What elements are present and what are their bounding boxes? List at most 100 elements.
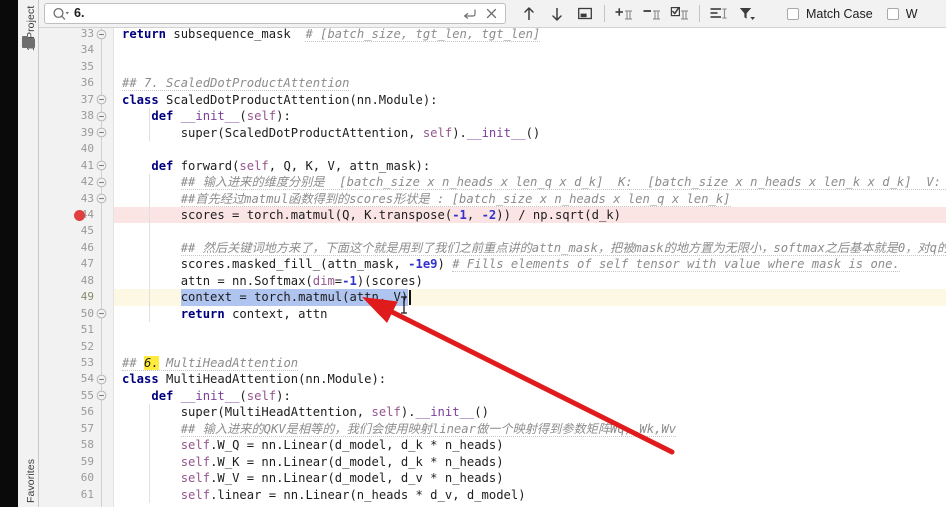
- code-line-row[interactable]: 53 ## 6. MultiHeadAttention: [38, 355, 946, 371]
- line-number: 56: [80, 405, 94, 419]
- remove-selection-icon[interactable]: [639, 3, 665, 25]
- line-number: 33: [80, 28, 94, 40]
- code-line-row[interactable]: 51: [38, 322, 946, 338]
- code-line-text[interactable]: scores = torch.matmul(Q, K.transpose(-1,…: [122, 207, 621, 223]
- code-line-row[interactable]: 33 return subsequence_mask # [batch_size,…: [38, 28, 946, 42]
- code-line-row[interactable]: 38 def __init__(self):: [38, 108, 946, 124]
- code-line-text[interactable]: ##首先经过matmul函数得到的scores形状是 : [batch_size…: [122, 191, 731, 207]
- line-number: 45: [80, 224, 94, 238]
- code-line-row[interactable]: 54 class MultiHeadAttention(nn.Module):: [38, 371, 946, 387]
- line-number: 53: [80, 356, 94, 369]
- code-line-row[interactable]: 47 scores.masked_fill_(attn_mask, -1e9) …: [38, 256, 946, 273]
- select-all-occurrences-icon[interactable]: [667, 3, 693, 25]
- code-line-text[interactable]: def forward(self, Q, K, V, attn_mask):: [122, 158, 430, 174]
- code-line-row[interactable]: 40: [38, 141, 946, 157]
- line-number: 48: [80, 273, 94, 287]
- code-line-row[interactable]: 52: [38, 339, 946, 355]
- code-line-row[interactable]: 46 ## 然后关键词地方来了，下面这个就是用到了我们之前重点讲的attn_ma…: [38, 240, 946, 256]
- match-case-checkbox-box[interactable]: [787, 7, 799, 20]
- code-line-row[interactable]: 48 attn = nn.Softmax(dim=-1)(scores): [38, 273, 946, 289]
- code-line-text[interactable]: self.W_V = nn.Linear(d_model, d_v * n_he…: [122, 470, 504, 486]
- code-line-text[interactable]: def __init__(self):: [122, 108, 290, 124]
- fold-end-icon[interactable]: [96, 29, 107, 40]
- code-line-text[interactable]: ## 然后关键词地方来了，下面这个就是用到了我们之前重点讲的attn_mask，…: [122, 240, 946, 256]
- find-next-button[interactable]: [544, 3, 570, 25]
- line-number: 46: [80, 240, 94, 254]
- line-number: 47: [80, 257, 94, 271]
- fold-expand-icon[interactable]: [96, 374, 107, 385]
- code-line-text[interactable]: super(ScaledDotProductAttention, self)._…: [122, 125, 541, 141]
- code-line-row[interactable]: 58 self.W_Q = nn.Linear(d_model, d_k * n…: [38, 437, 946, 453]
- code-line-text[interactable]: ## 6. MultiHeadAttention: [122, 355, 299, 371]
- code-line-text[interactable]: self.W_Q = nn.Linear(d_model, d_k * n_he…: [122, 437, 504, 453]
- code-line-text[interactable]: super(MultiHeadAttention, self).__init__…: [122, 404, 489, 420]
- code-line-row[interactable]: 36 ## 7. ScaledDotProductAttention: [38, 75, 946, 92]
- code-line-text[interactable]: scores.masked_fill_(attn_mask, -1e9) # F…: [122, 256, 900, 273]
- code-line-text[interactable]: def __init__(self):: [122, 388, 290, 404]
- fold-expand-icon[interactable]: [96, 111, 107, 122]
- search-icon[interactable]: [48, 4, 74, 23]
- code-line-row[interactable]: 56 super(MultiHeadAttention, self).__ini…: [38, 404, 946, 420]
- match-case-checkbox[interactable]: Match Case: [787, 7, 873, 21]
- line-number: 59: [80, 454, 94, 468]
- close-icon[interactable]: [480, 4, 502, 23]
- code-line-text[interactable]: self.W_K = nn.Linear(d_model, d_k * n_he…: [122, 454, 504, 470]
- code-line-row[interactable]: 34: [38, 42, 946, 58]
- line-number: 58: [80, 438, 94, 452]
- find-previous-button[interactable]: [516, 3, 542, 25]
- code-line-row[interactable]: 55 def __init__(self):: [38, 388, 946, 404]
- tool-window-bar-left: 1: Project Favorites: [18, 0, 39, 507]
- line-number: 60: [80, 471, 94, 485]
- fold-end-icon[interactable]: [96, 127, 107, 138]
- code-line-row[interactable]: 44 scores = torch.matmul(Q, K.transpose(…: [38, 206, 946, 224]
- tool-window-tab-favorites[interactable]: Favorites: [25, 449, 37, 503]
- code-line-text[interactable]: ## 7. ScaledDotProductAttention: [122, 75, 350, 92]
- in-selection-icon[interactable]: [706, 3, 732, 25]
- code-line-row[interactable]: 41 def forward(self, Q, K, V, attn_mask)…: [38, 158, 946, 174]
- breakpoint-marker[interactable]: [74, 209, 85, 221]
- code-line-text[interactable]: self.linear = nn.Linear(n_heads * d_v, d…: [122, 487, 526, 503]
- code-line-row[interactable]: 45: [38, 223, 946, 239]
- code-line-row[interactable]: 50 return context, attn: [38, 306, 946, 322]
- filter-icon[interactable]: [734, 3, 760, 25]
- code-line-text[interactable]: return subsequence_mask # [batch_size, t…: [122, 28, 541, 42]
- code-line-row[interactable]: 49 context = torch.matmul(attn, V): [38, 289, 946, 306]
- fold-expand-icon[interactable]: [96, 390, 107, 401]
- line-number: 34: [80, 43, 94, 57]
- search-history-icon[interactable]: [458, 4, 480, 23]
- fold-end-icon[interactable]: [96, 193, 107, 204]
- code-line-row[interactable]: 61 self.linear = nn.Linear(n_heads * d_v…: [38, 487, 946, 503]
- code-line-text[interactable]: class MultiHeadAttention(nn.Module):: [122, 371, 386, 387]
- code-line-row[interactable]: 39 super(ScaledDotProductAttention, self…: [38, 125, 946, 141]
- words-checkbox-box[interactable]: [886, 7, 899, 20]
- code-line-text[interactable]: attn = nn.Softmax(dim=-1)(scores): [122, 273, 423, 289]
- code-line-text[interactable]: ## 输入进来的维度分别是 [batch_size x n_heads x le…: [122, 174, 946, 191]
- search-field[interactable]: [44, 3, 506, 24]
- mouse-cursor-ibeam: [401, 296, 407, 314]
- code-line-text[interactable]: return context, attn: [122, 306, 328, 322]
- line-number: 54: [80, 372, 94, 386]
- code-editor[interactable]: 33 return subsequence_mask # [batch_size,…: [38, 28, 946, 507]
- code-line-text[interactable]: context = torch.matmul(attn, V): [122, 289, 408, 305]
- code-line-row[interactable]: 59 self.W_K = nn.Linear(d_model, d_k * n…: [38, 454, 946, 470]
- code-line-text[interactable]: class ScaledDotProductAttention(nn.Modul…: [122, 92, 438, 108]
- fold-expand-icon[interactable]: [96, 160, 107, 171]
- code-line-row[interactable]: 35: [38, 59, 946, 75]
- fold-expand-icon[interactable]: [96, 177, 107, 188]
- line-number: 36: [80, 76, 94, 90]
- add-selection-icon[interactable]: [611, 3, 637, 25]
- code-line-text[interactable]: ## 输入进来的QKV是相等的，我们会使用映射linear做一个映射得到参数矩阵…: [122, 421, 677, 437]
- fold-end-icon[interactable]: [96, 308, 107, 319]
- words-checkbox[interactable]: W: [886, 7, 918, 21]
- code-line-row[interactable]: 37 class ScaledDotProductAttention(nn.Mod…: [38, 92, 946, 108]
- line-number: 44: [80, 207, 94, 221]
- code-line-row[interactable]: 43 ##首先经过matmul函数得到的scores形状是 : [batch_s…: [38, 191, 946, 207]
- code-lines-container[interactable]: 33 return subsequence_mask # [batch_size,…: [38, 28, 946, 507]
- search-input[interactable]: [74, 5, 458, 22]
- open-in-find-window-icon[interactable]: [572, 3, 598, 25]
- fold-expand-icon[interactable]: [96, 94, 107, 105]
- code-line-row[interactable]: 57 ## 输入进来的QKV是相等的，我们会使用映射linear做一个映射得到参…: [38, 421, 946, 437]
- code-line-row[interactable]: 42 ## 输入进来的维度分别是 [batch_size x n_heads x…: [38, 174, 946, 191]
- code-line-row[interactable]: 60 self.W_V = nn.Linear(d_model, d_v * n…: [38, 470, 946, 486]
- line-number: 57: [80, 421, 94, 435]
